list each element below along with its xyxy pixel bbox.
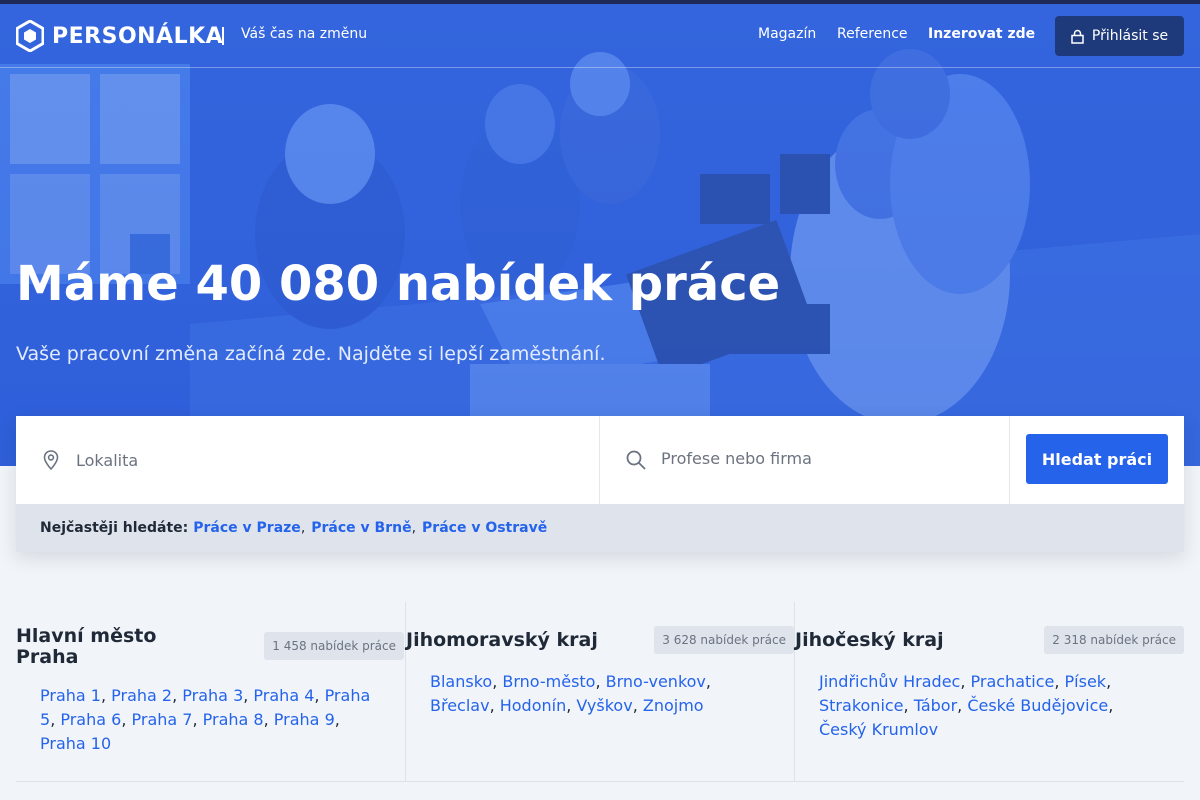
- city-link[interactable]: Praha 7: [132, 710, 193, 729]
- city-link[interactable]: Vyškov: [576, 696, 632, 715]
- city-link[interactable]: Znojmo: [643, 696, 704, 715]
- nav-link-inzerovat[interactable]: Inzerovat zde: [928, 26, 1035, 42]
- location-field: [16, 416, 600, 504]
- hero-subtitle: Vaše pracovní změna začíná zde. Najděte …: [16, 343, 606, 365]
- city-link[interactable]: Brno-venkov: [606, 672, 706, 691]
- city-link[interactable]: Praha 1: [40, 686, 101, 705]
- city-list: Jindřichův Hradec, Prachatice, Písek, St…: [819, 672, 1114, 739]
- profession-field: [601, 416, 1010, 504]
- hero-title: Máme 40 080 nabídek práce: [16, 256, 781, 312]
- city-link[interactable]: Praha 3: [182, 686, 243, 705]
- profession-input[interactable]: [661, 448, 1009, 468]
- popular-link-praha[interactable]: Práce v Praze: [193, 520, 301, 536]
- city-list: Praha 1, Praha 2, Praha 3, Praha 4, Prah…: [40, 686, 371, 753]
- city-link[interactable]: Tábor: [914, 696, 957, 715]
- site-header: PERSONÁLKA Váš čas na změnu Magazín Refe…: [0, 4, 1200, 68]
- city-link[interactable]: České Budějovice: [967, 696, 1108, 715]
- offer-count-badge: 3 628 nabídek práce: [654, 626, 794, 654]
- location-pin-icon: [43, 450, 59, 471]
- city-link[interactable]: Praha 2: [111, 686, 172, 705]
- city-link[interactable]: Písek: [1065, 672, 1107, 691]
- city-link[interactable]: Praha 8: [203, 710, 264, 729]
- city-link[interactable]: Český Krumlov: [819, 720, 938, 739]
- region-title[interactable]: Hlavní město Praha: [16, 626, 216, 668]
- region-title[interactable]: Jihomoravský kraj: [406, 630, 598, 651]
- lock-icon: [1071, 29, 1084, 44]
- region-card-jihomoravsky: Jihomoravský kraj 3 628 nabídek práce Bl…: [405, 602, 794, 782]
- city-link[interactable]: Praha 6: [60, 710, 121, 729]
- city-list: Blansko, Brno-město, Brno-venkov, Břecla…: [430, 672, 711, 715]
- offer-count-badge: 2 318 nabídek práce: [1044, 626, 1184, 654]
- nav-link-magazin[interactable]: Magazín: [758, 26, 816, 42]
- login-button[interactable]: Přihlásit se: [1055, 16, 1184, 56]
- city-link[interactable]: Hodonín: [500, 696, 567, 715]
- region-title[interactable]: Jihočeský kraj: [795, 630, 944, 651]
- search-card: Hledat práci Nejčastěji hledáte: Práce v…: [16, 416, 1184, 552]
- region-card-jihocesky: Jihočeský kraj 2 318 nabídek práce Jindř…: [794, 602, 1184, 782]
- location-input[interactable]: [76, 450, 496, 470]
- city-link[interactable]: Jindřichův Hradec: [819, 672, 960, 691]
- search-button[interactable]: Hledat práci: [1026, 434, 1168, 484]
- search-row: Hledat práci: [16, 416, 1184, 504]
- city-link[interactable]: Praha 9: [274, 710, 335, 729]
- offer-count-badge: 1 458 nabídek práce: [264, 632, 404, 660]
- tagline-separator: [222, 27, 224, 45]
- hero-section: [0, 4, 1200, 466]
- popular-link-brno[interactable]: Práce v Brně: [311, 520, 411, 536]
- nav-link-reference[interactable]: Reference: [837, 26, 908, 42]
- logo-text: PERSONÁLKA: [52, 23, 224, 49]
- popular-searches: Nejčastěji hledáte: Práce v Praze, Práce…: [16, 504, 1184, 552]
- logo-hexagon-icon: [16, 20, 44, 52]
- city-link[interactable]: Brno-město: [502, 672, 595, 691]
- city-link[interactable]: Praha 10: [40, 734, 111, 753]
- search-icon: [626, 450, 646, 470]
- city-link[interactable]: Prachatice: [971, 672, 1055, 691]
- city-link[interactable]: Strakonice: [819, 696, 904, 715]
- regions-grid: Hlavní město Praha 1 458 nabídek práce P…: [16, 602, 1184, 800]
- login-button-label: Přihlásit se: [1091, 28, 1169, 44]
- hero-background-photo: [0, 4, 1200, 466]
- logo[interactable]: PERSONÁLKA: [16, 20, 223, 52]
- city-link[interactable]: Břeclav: [430, 696, 490, 715]
- city-link[interactable]: Blansko: [430, 672, 492, 691]
- city-link[interactable]: Praha 4: [253, 686, 314, 705]
- region-card-praha: Hlavní město Praha 1 458 nabídek práce P…: [16, 602, 404, 782]
- regions-divider: [16, 781, 1184, 782]
- popular-label: Nejčastěji hledáte:: [40, 520, 189, 536]
- tagline: Váš čas na změnu: [241, 26, 368, 42]
- popular-link-ostrava[interactable]: Práce v Ostravě: [422, 520, 547, 536]
